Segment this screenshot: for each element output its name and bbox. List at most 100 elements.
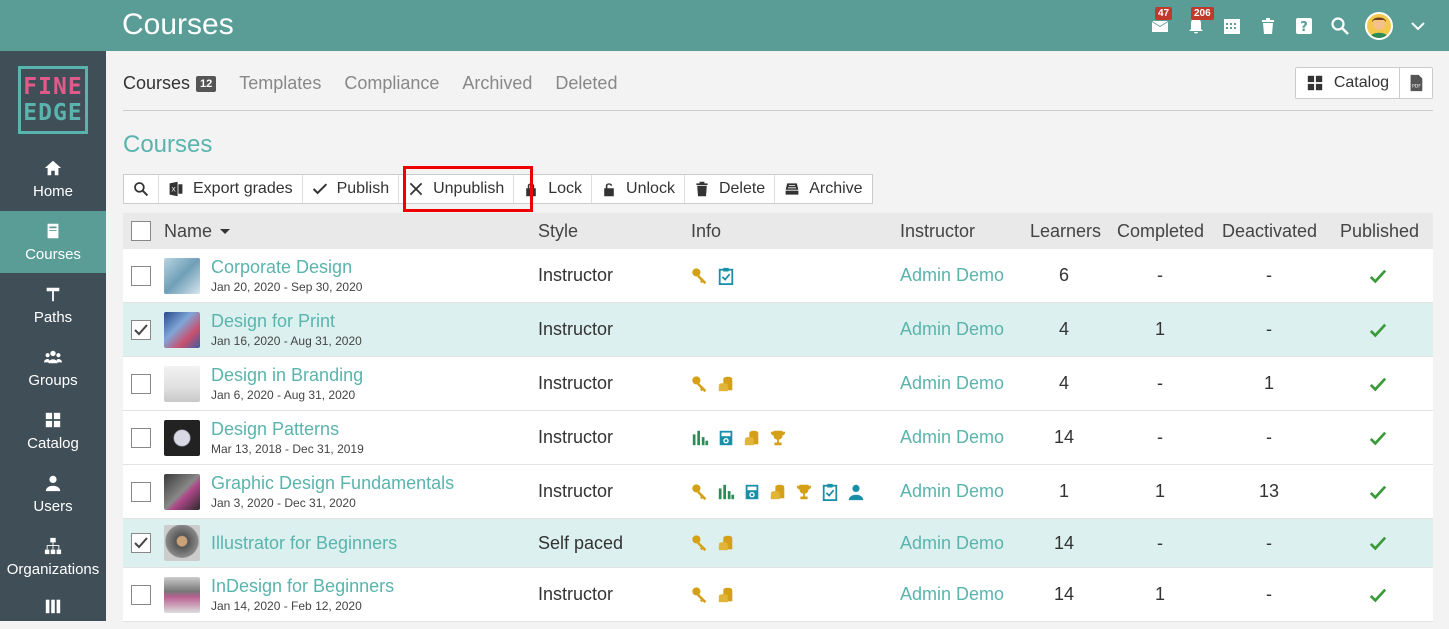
logo-line-1: FINE: [23, 74, 83, 100]
sidebar-item-label: Courses: [25, 245, 81, 263]
delete-button[interactable]: Delete: [685, 175, 776, 203]
sidebar-item-more[interactable]: [0, 589, 106, 629]
avatar[interactable]: [1365, 12, 1393, 40]
instructor-link[interactable]: Admin Demo: [900, 303, 1004, 356]
chevron-down-icon[interactable]: [1407, 15, 1429, 37]
course-style: Instructor: [538, 584, 614, 604]
course-style: Self paced: [538, 532, 624, 553]
course-name-link[interactable]: Corporate Design: [211, 257, 362, 277]
tab-label: Compliance: [344, 73, 440, 93]
help-icon[interactable]: ?: [1293, 15, 1315, 37]
info-icons: [691, 411, 787, 464]
archive-button[interactable]: Archive: [775, 175, 871, 203]
info-icons: [691, 357, 735, 410]
calendar-icon[interactable]: [1221, 15, 1243, 37]
key-icon: [692, 535, 707, 552]
table-header: Name Style Info Instructor Learners Comp…: [123, 213, 1433, 249]
header-name[interactable]: Name: [164, 213, 231, 249]
row-checkbox[interactable]: [131, 303, 151, 356]
deactivated-count: -: [1266, 584, 1272, 604]
tab-courses[interactable]: Courses 12: [123, 73, 217, 94]
course-name-link[interactable]: Graphic Design Fundamentals: [211, 473, 454, 493]
course-name-link[interactable]: Design Patterns: [211, 419, 364, 439]
messages-icon[interactable]: 47: [1149, 7, 1173, 37]
sidebar-item-catalog[interactable]: Catalog: [0, 400, 106, 462]
course-thumbnail: [164, 419, 200, 456]
tab-archived[interactable]: Archived: [462, 73, 532, 94]
course-name-link[interactable]: Illustrator for Beginners: [211, 533, 397, 553]
deactivated-count: 1: [1263, 373, 1274, 393]
header-published[interactable]: Published: [1340, 213, 1419, 249]
select-all-checkbox[interactable]: [131, 213, 151, 249]
publish-button[interactable]: Publish: [303, 175, 400, 203]
sidebar-item-home[interactable]: Home: [0, 148, 106, 210]
table-row[interactable]: Graphic Design Fundamentals Jan 3, 2020 -…: [123, 465, 1433, 519]
table-row[interactable]: InDesign for Beginners Jan 14, 2020 - Feb…: [123, 568, 1433, 622]
deactivated-count: -: [1266, 319, 1272, 339]
bar-chart-icon: [692, 430, 709, 445]
header-info[interactable]: Info: [691, 213, 721, 249]
instructor-link[interactable]: Admin Demo: [900, 568, 1004, 621]
header-style[interactable]: Style: [538, 213, 578, 249]
table-row[interactable]: Design for Print Jan 16, 2020 - Aug 31, 2…: [123, 303, 1433, 357]
sidebar-item-groups[interactable]: Groups: [0, 337, 106, 399]
notifications-icon[interactable]: 206: [1185, 7, 1214, 37]
org-icon: [44, 537, 62, 554]
instructor-link[interactable]: Admin Demo: [900, 519, 1004, 567]
sidebar-item-courses[interactable]: Courses: [0, 211, 106, 273]
logo[interactable]: FINE EDGE: [18, 66, 88, 134]
sidebar-item-label: Catalog: [27, 434, 79, 452]
instructor-link[interactable]: Admin Demo: [900, 465, 1004, 518]
pdf-icon: PDF: [1410, 74, 1423, 92]
instructor-link[interactable]: Admin Demo: [900, 249, 1004, 302]
table-row[interactable]: Illustrator for Beginners Self paced Adm…: [123, 519, 1433, 568]
sidebar-item-label: Paths: [33, 308, 73, 326]
table-row[interactable]: Design in Branding Jan 6, 2020 - Aug 31, …: [123, 357, 1433, 411]
row-checkbox[interactable]: [131, 357, 151, 410]
sidebar-item-paths[interactable]: Paths: [0, 274, 106, 336]
row-checkbox[interactable]: [131, 519, 151, 567]
logo-line-2: EDGE: [23, 100, 83, 126]
deactivated-count: -: [1266, 265, 1272, 285]
deactivated-count: -: [1266, 427, 1272, 447]
published-check-icon: [1340, 249, 1416, 302]
header-learners[interactable]: Learners: [1030, 213, 1101, 249]
table-row[interactable]: Design Patterns Mar 13, 2018 - Dec 31, 20…: [123, 411, 1433, 465]
catalog-button[interactable]: Catalog: [1296, 68, 1400, 98]
tab-templates[interactable]: Templates: [239, 73, 321, 94]
instructor-link[interactable]: Admin Demo: [900, 411, 1004, 464]
sidebar-item-organizations[interactable]: Organizations: [0, 526, 106, 588]
course-name-link[interactable]: Design in Branding: [211, 365, 363, 385]
clipboard-check-icon: [718, 267, 734, 285]
pdf-button[interactable]: PDF: [1400, 74, 1432, 92]
sidebar-item-users[interactable]: Users: [0, 463, 106, 525]
coins-icon: [718, 376, 733, 391]
page-title: Courses: [122, 8, 234, 41]
table-row[interactable]: Corporate Design Jan 20, 2020 - Sep 30, 2…: [123, 249, 1433, 303]
published-check-icon: [1340, 519, 1416, 567]
search-button[interactable]: [124, 175, 159, 203]
library-icon: [45, 599, 61, 614]
header-instructor[interactable]: Instructor: [900, 213, 975, 249]
row-checkbox[interactable]: [131, 249, 151, 302]
tab-divider: [123, 110, 1433, 111]
header-deactivated[interactable]: Deactivated: [1222, 213, 1317, 249]
course-name-link[interactable]: Design for Print: [211, 311, 362, 331]
row-checkbox[interactable]: [131, 568, 151, 621]
course-name-link[interactable]: InDesign for Beginners: [211, 576, 394, 596]
tab-label: Deleted: [555, 73, 618, 93]
course-thumbnail: [164, 365, 200, 402]
search-icon[interactable]: [1329, 15, 1351, 37]
unlock-button[interactable]: Unlock: [592, 175, 685, 203]
row-checkbox[interactable]: [131, 411, 151, 464]
header-completed[interactable]: Completed: [1117, 213, 1204, 249]
instructor-link[interactable]: Admin Demo: [900, 357, 1004, 410]
trash-icon[interactable]: [1257, 15, 1279, 37]
tab-compliance[interactable]: Compliance: [344, 73, 439, 94]
grid-icon: [1307, 75, 1323, 91]
user-icon: [45, 475, 61, 491]
row-checkbox[interactable]: [131, 465, 151, 518]
lock-label: Lock: [548, 180, 583, 197]
export-grades-button[interactable]: X Export grades: [159, 175, 303, 203]
tab-deleted[interactable]: Deleted: [555, 73, 617, 94]
